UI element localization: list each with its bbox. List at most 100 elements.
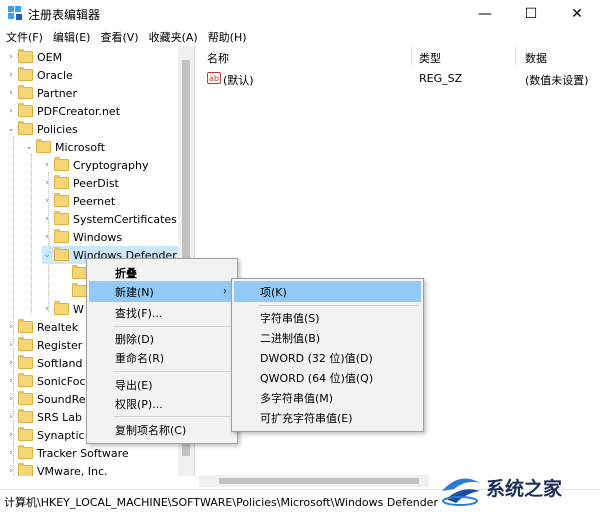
tree-node-partner[interactable]: › Partner	[6, 84, 77, 102]
chevron-right-icon[interactable]: ›	[6, 52, 16, 62]
tree-label: PDFCreator.net	[37, 104, 121, 118]
menu-item-rename[interactable]: 重命名(R)	[89, 347, 235, 368]
tree-node-oracle[interactable]: › Oracle	[6, 66, 73, 84]
menu-item-copy-key-name[interactable]: 复制项名称(C)	[89, 419, 235, 440]
chevron-right-icon[interactable]: ›	[6, 394, 16, 404]
menu-item-find[interactable]: 查找(F)...	[89, 302, 235, 323]
tree-node-w[interactable]: › W	[42, 300, 84, 318]
menu-item-new[interactable]: 新建(N) ›	[89, 281, 235, 302]
column-header-type[interactable]: 类型	[419, 50, 441, 66]
folder-icon	[54, 175, 69, 189]
submenu-item-key[interactable]: 项(K)	[234, 281, 421, 302]
folder-icon	[18, 445, 33, 459]
value-type: REG_SZ	[419, 72, 463, 85]
menu-help[interactable]: 帮助(H)	[202, 27, 251, 46]
chevron-right-icon[interactable]: ›	[6, 358, 16, 368]
menu-separator	[113, 371, 233, 372]
chevron-down-icon[interactable]: ⌄	[24, 142, 34, 152]
tree-node-softland[interactable]: › Softland	[6, 354, 82, 372]
tree-node-synaptics[interactable]: › Synaptic	[6, 426, 85, 444]
menu-item-delete[interactable]: 删除(D)	[89, 328, 235, 349]
chevron-right-icon[interactable]: ›	[6, 466, 16, 476]
maximize-button[interactable]: ☐	[508, 0, 554, 27]
tree-node-cryptography[interactable]: › Cryptography	[42, 156, 148, 174]
folder-icon	[18, 427, 33, 441]
tree-node-vmware[interactable]: › VMware, Inc.	[6, 462, 108, 476]
tree-label: SRS Lab	[37, 410, 82, 424]
column-header-data[interactable]: 数据	[525, 50, 547, 66]
chevron-right-icon[interactable]: ›	[42, 214, 52, 224]
chevron-right-icon[interactable]: ›	[42, 232, 52, 242]
submenu-item-dword-value[interactable]: DWORD (32 位)值(D)	[234, 347, 421, 368]
context-menu: 折叠 新建(N) › 查找(F)... 删除(D) 重命名(R) 导出(E) 权限…	[86, 258, 238, 444]
list-horizontal-scrollbar[interactable]	[199, 475, 429, 487]
tree-node-windows[interactable]: › Windows	[42, 228, 122, 246]
tree-node-systemcertificates[interactable]: › SystemCertificates	[42, 210, 177, 228]
chevron-right-icon[interactable]: ›	[6, 88, 16, 98]
chevron-right-icon[interactable]: ›	[6, 106, 16, 116]
chevron-right-icon[interactable]: ›	[42, 160, 52, 170]
chevron-down-icon[interactable]: ⌄	[6, 124, 16, 134]
menu-item-export[interactable]: 导出(E)	[89, 374, 235, 395]
menu-view[interactable]: 查看(V)	[94, 27, 142, 46]
submenu-item-qword-value[interactable]: QWORD (64 位)值(Q)	[234, 367, 421, 388]
tree-node-realtek[interactable]: › Realtek	[6, 318, 78, 336]
close-button[interactable]: ✕	[554, 0, 600, 27]
chevron-right-icon[interactable]: ›	[42, 196, 52, 206]
folder-icon	[18, 373, 33, 387]
tree-label: Register	[37, 338, 83, 352]
menu-item-collapse[interactable]: 折叠	[89, 262, 235, 283]
menu-item-label: 新建(N)	[115, 285, 154, 299]
menu-item-permissions[interactable]: 权限(P)...	[89, 393, 235, 414]
chevron-right-icon[interactable]: ›	[6, 430, 16, 440]
menu-edit[interactable]: 编辑(E)	[47, 27, 95, 46]
submenu-item-binary-value[interactable]: 二进制值(B)	[234, 327, 421, 348]
value-data: (数值未设置)	[525, 74, 589, 87]
column-divider[interactable]	[515, 46, 516, 66]
tree-node-sonicfoc[interactable]: › SonicFoc	[6, 372, 86, 390]
folder-icon	[18, 85, 33, 99]
chevron-right-icon[interactable]: ›	[6, 376, 16, 386]
submenu-item-multi-string-value[interactable]: 多字符串值(M)	[234, 387, 421, 408]
submenu-item-expandable-string-value[interactable]: 可扩充字符串值(E)	[234, 407, 421, 428]
chevron-right-icon[interactable]: ›	[6, 412, 16, 422]
folder-icon	[18, 121, 33, 135]
tree-label: Peernet	[73, 194, 116, 208]
tree-node-peerdist[interactable]: › PeerDist	[42, 174, 119, 192]
tree-node-pdfcreator[interactable]: › PDFCreator.net	[6, 102, 120, 120]
value-row-default[interactable]: ab (默认) REG_SZ (数值未设置)	[199, 70, 600, 88]
chevron-right-icon[interactable]: ›	[6, 322, 16, 332]
chevron-down-icon[interactable]: ⌄	[42, 250, 52, 260]
tree-node-microsoft[interactable]: ⌄ Microsoft	[24, 138, 105, 156]
tree-label: OEM	[37, 50, 63, 64]
title-bar: 注册表编辑器 — ☐ ✕	[0, 0, 600, 27]
value-name: (默认)	[223, 74, 254, 87]
folder-icon	[18, 67, 33, 81]
tree-node-tracker-software[interactable]: › Tracker Software	[6, 444, 129, 462]
key-path: 计算机\HKEY_LOCAL_MACHINE\SOFTWARE\Policies…	[4, 496, 438, 509]
chevron-right-icon[interactable]: ›	[6, 340, 16, 350]
tree-node-policies[interactable]: ⌄ Policies	[6, 120, 78, 138]
menu-favorites[interactable]: 收藏夹(A)	[143, 27, 202, 46]
folder-icon	[18, 103, 33, 117]
chevron-right-icon[interactable]: ›	[6, 70, 16, 80]
regedit-icon	[8, 6, 22, 20]
tree-label: Windows	[73, 230, 123, 244]
tree-node-oem[interactable]: › OEM	[6, 48, 62, 66]
tree-node-soundre[interactable]: › SoundRe	[6, 390, 86, 408]
menu-file[interactable]: 文件(F)	[0, 27, 47, 46]
tree-node-register[interactable]: › Register	[6, 336, 82, 354]
chevron-right-icon[interactable]: ›	[42, 304, 52, 314]
column-header-name[interactable]: 名称	[207, 50, 229, 66]
submenu-item-string-value[interactable]: 字符串值(S)	[234, 307, 421, 328]
chevron-right-icon[interactable]: ›	[42, 178, 52, 188]
chevron-right-icon[interactable]: ›	[6, 448, 16, 458]
tree-node-peernet[interactable]: › Peernet	[42, 192, 115, 210]
scrollbar-thumb[interactable]	[219, 478, 419, 484]
regedit-window: 注册表编辑器 — ☐ ✕ 文件(F) 编辑(E) 查看(V) 收藏夹(A) 帮助…	[0, 0, 600, 512]
tree-node-srs-labs[interactable]: › SRS Lab	[6, 408, 82, 426]
folder-icon	[18, 319, 33, 333]
menu-separator	[113, 326, 233, 327]
minimize-button[interactable]: —	[462, 0, 508, 27]
column-divider[interactable]	[411, 46, 412, 66]
